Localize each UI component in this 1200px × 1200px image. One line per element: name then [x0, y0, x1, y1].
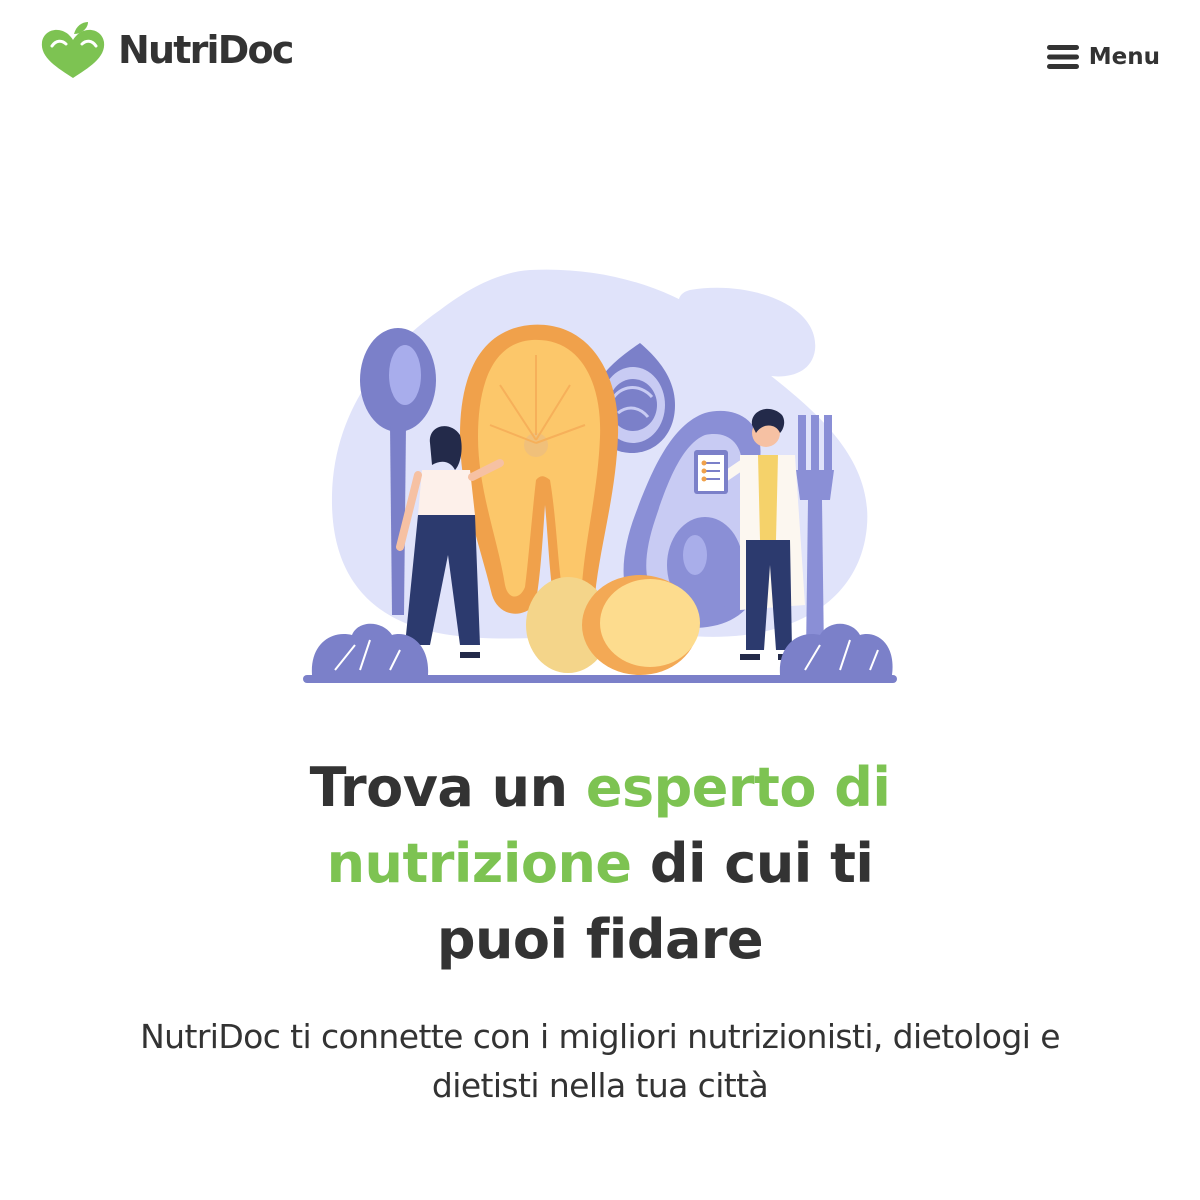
- menu-label: Menu: [1088, 44, 1160, 70]
- page: NutriDoc Menu Trova un esperto di nutriz…: [0, 0, 1200, 1200]
- brand-name: NutriDoc: [118, 28, 294, 72]
- hero-headline: Trova un esperto di nutrizione di cui ti…: [260, 750, 940, 978]
- apple-heart-icon: [41, 22, 105, 78]
- bush-right-icon: [779, 623, 893, 675]
- hero-illustration: [300, 265, 900, 690]
- menu-button[interactable]: Menu: [1046, 38, 1160, 76]
- eggs-icon: [526, 575, 700, 675]
- site-header: NutriDoc Menu: [0, 0, 1200, 115]
- ground-line: [303, 675, 897, 683]
- logo-link[interactable]: NutriDoc: [38, 20, 294, 80]
- hamburger-icon: [1046, 45, 1079, 69]
- hero-subtitle: NutriDoc ti connette con i migliori nutr…: [140, 1017, 1060, 1105]
- headline-text-start: Trova un: [309, 756, 586, 819]
